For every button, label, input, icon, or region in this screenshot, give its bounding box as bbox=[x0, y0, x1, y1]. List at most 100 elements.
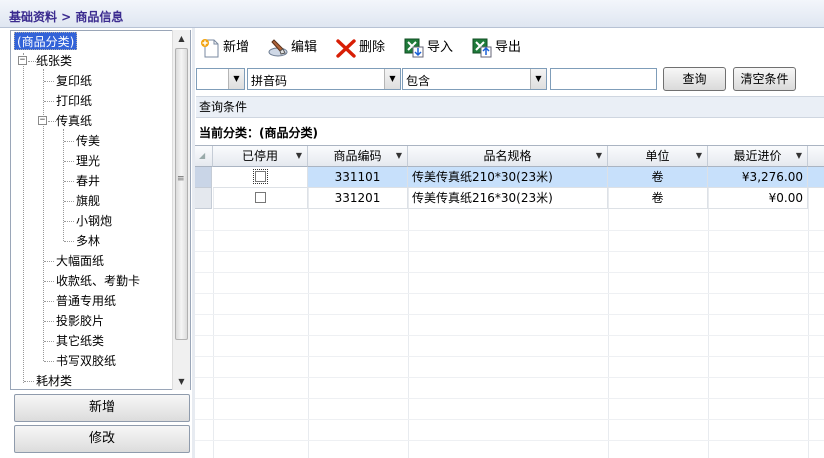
filter-dropdown-icon[interactable]: ▼ bbox=[596, 146, 602, 166]
tree-node[interactable]: 耗材类 bbox=[36, 372, 72, 389]
category-tree[interactable]: (商品分类) − 纸张类 复印纸 打印纸 − 传真纸 传美 理光 春井 旗舰 小… bbox=[10, 30, 191, 390]
tree-root[interactable]: (商品分类) bbox=[14, 32, 78, 50]
tree-scrollbar[interactable]: ▲ ≡ ▼ bbox=[172, 30, 190, 390]
tree-line bbox=[64, 161, 74, 162]
tree-node[interactable]: 复印纸 bbox=[56, 72, 92, 90]
grid-line bbox=[808, 167, 809, 458]
column-header-filler bbox=[808, 146, 824, 167]
grid-line bbox=[195, 398, 824, 399]
table-row-disabled-cell[interactable] bbox=[213, 167, 308, 188]
grid-line bbox=[195, 335, 824, 336]
grid-line bbox=[195, 251, 824, 252]
product-code-cell[interactable]: 331101 bbox=[308, 167, 408, 188]
grid-line bbox=[608, 167, 609, 458]
tree-node[interactable]: 收款纸、考勤卡 bbox=[56, 272, 140, 290]
tree-line bbox=[44, 281, 54, 282]
product-name-cell[interactable]: 传美传真纸210*30(23米) bbox=[408, 167, 608, 188]
tree-node[interactable]: 多林 bbox=[76, 232, 100, 250]
tree-line bbox=[63, 129, 64, 241]
disabled-checkbox[interactable] bbox=[254, 192, 266, 203]
delete-x-icon bbox=[336, 39, 356, 58]
tree-node[interactable]: 旗舰 bbox=[76, 192, 100, 210]
tree-line bbox=[64, 181, 74, 182]
query-button[interactable]: 查询 bbox=[663, 67, 726, 91]
tree-node[interactable]: 传美 bbox=[76, 132, 100, 150]
edit-brush-icon bbox=[268, 39, 288, 57]
tree-node[interactable]: 纸张类 bbox=[36, 52, 72, 70]
tree-line bbox=[44, 101, 54, 102]
product-unit-cell[interactable]: 卷 bbox=[608, 167, 708, 188]
row-indicator[interactable] bbox=[195, 188, 212, 209]
scroll-down-icon[interactable]: ▼ bbox=[173, 373, 190, 390]
disabled-checkbox[interactable] bbox=[252, 169, 268, 184]
toolbar-add-label: 新增 bbox=[223, 40, 250, 55]
filter-operator-select[interactable]: 包含 ▼ bbox=[402, 68, 547, 90]
toolbar-import-label: 导入 bbox=[427, 40, 454, 55]
filter-field1-select[interactable]: ▼ bbox=[196, 68, 245, 90]
tree-node[interactable]: 其它纸类 bbox=[56, 332, 104, 350]
scroll-thumb[interactable] bbox=[175, 48, 188, 340]
tree-node[interactable]: 书写双胶纸 bbox=[56, 352, 116, 370]
collapse-icon[interactable]: − bbox=[38, 116, 47, 125]
filter-dropdown-icon[interactable]: ▼ bbox=[296, 146, 302, 166]
dropdown-arrow-icon[interactable]: ▼ bbox=[228, 69, 244, 89]
grid-line bbox=[195, 272, 824, 273]
toolbar-delete-label: 删除 bbox=[359, 40, 386, 55]
grid-corner[interactable]: ◢ bbox=[195, 146, 213, 167]
column-header-unit[interactable]: 单位 ▼ bbox=[608, 146, 708, 167]
filter-field-select[interactable]: 拼音码 ▼ bbox=[247, 68, 401, 90]
column-header-label: 品名规格 bbox=[483, 149, 532, 163]
tree-node[interactable]: 小钢炮 bbox=[76, 212, 112, 230]
filter-operator-value: 包含 bbox=[406, 74, 431, 88]
grid-line bbox=[708, 167, 709, 458]
product-price-cell[interactable]: ¥0.00 bbox=[708, 188, 808, 209]
tree-node[interactable]: 传真纸 bbox=[56, 112, 92, 130]
excel-export-icon bbox=[472, 38, 492, 58]
scroll-up-icon[interactable]: ▲ bbox=[173, 30, 190, 47]
dropdown-arrow-icon[interactable]: ▼ bbox=[530, 69, 546, 89]
tree-node[interactable]: 理光 bbox=[76, 152, 100, 170]
product-code-cell[interactable]: 331201 bbox=[308, 188, 408, 209]
column-header-name[interactable]: 品名规格 ▼ bbox=[408, 146, 608, 167]
toolbar-edit-label: 编辑 bbox=[291, 40, 318, 55]
column-header-disabled[interactable]: 已停用 ▼ bbox=[213, 146, 308, 167]
column-header-label: 已停用 bbox=[241, 149, 278, 163]
tree-node[interactable]: 普通专用纸 bbox=[56, 292, 116, 310]
grid-line bbox=[195, 356, 824, 357]
tree-line bbox=[43, 69, 44, 361]
dropdown-arrow-icon[interactable]: ▼ bbox=[384, 69, 400, 89]
row-indicator[interactable] bbox=[195, 167, 212, 188]
clear-conditions-button[interactable]: 清空条件 bbox=[733, 67, 796, 91]
grid-line bbox=[195, 293, 824, 294]
filter-value-input[interactable] bbox=[550, 68, 657, 90]
tree-line bbox=[64, 241, 74, 242]
grid-line bbox=[195, 314, 824, 315]
tree-node[interactable]: 投影胶片 bbox=[56, 312, 104, 330]
tree-line bbox=[64, 141, 74, 142]
column-header-code[interactable]: 商品编码 ▼ bbox=[308, 146, 408, 167]
product-name-cell[interactable]: 传美传真纸216*30(23米) bbox=[408, 188, 608, 209]
product-price-cell[interactable]: ¥3,276.00 bbox=[708, 167, 808, 188]
filter-dropdown-icon[interactable]: ▼ bbox=[396, 146, 402, 166]
product-grid[interactable]: ◢ 已停用 ▼ 商品编码 ▼ 品名规格 ▼ 单位 ▼ 最近进价 ▼ 331101… bbox=[195, 145, 824, 458]
tree-node[interactable]: 打印纸 bbox=[56, 92, 92, 110]
filter-dropdown-icon[interactable]: ▼ bbox=[696, 146, 702, 166]
table-row-disabled-cell[interactable] bbox=[213, 188, 308, 209]
tree-edit-button[interactable]: 修改 bbox=[14, 425, 190, 453]
tree-add-button[interactable]: 新增 bbox=[14, 394, 190, 422]
toolbar-export-label: 导出 bbox=[495, 40, 522, 55]
column-header-price[interactable]: 最近进价 ▼ bbox=[708, 146, 808, 167]
row-filler bbox=[808, 167, 824, 188]
tree-line bbox=[44, 81, 54, 82]
tree-node[interactable]: 春井 bbox=[76, 172, 100, 190]
product-unit-cell[interactable]: 卷 bbox=[608, 188, 708, 209]
filter-field-value: 拼音码 bbox=[251, 74, 288, 88]
collapse-icon[interactable]: − bbox=[18, 56, 27, 65]
excel-import-icon bbox=[404, 38, 424, 58]
tree-line bbox=[28, 61, 36, 62]
tree-line bbox=[64, 221, 74, 222]
grid-line bbox=[408, 167, 409, 458]
tree-line bbox=[44, 321, 54, 322]
tree-node[interactable]: 大幅面纸 bbox=[56, 252, 104, 270]
filter-dropdown-icon[interactable]: ▼ bbox=[796, 146, 802, 166]
